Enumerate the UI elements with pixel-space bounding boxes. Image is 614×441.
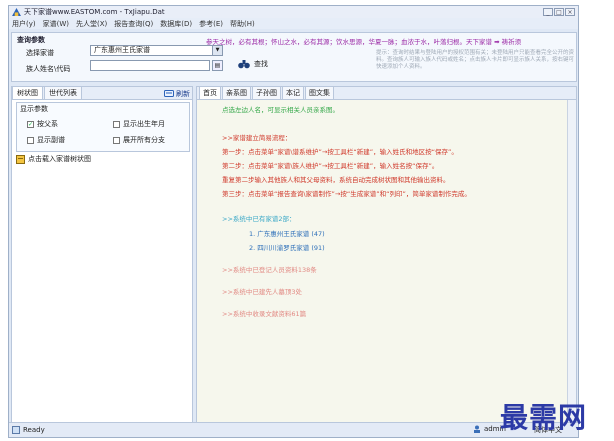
watermark: 最需网 (500, 401, 588, 434)
minimize-button[interactable]: _ (543, 8, 553, 16)
tab-descendants-chart[interactable]: 子孙图 (252, 86, 281, 99)
maximize-button[interactable]: □ (554, 8, 564, 16)
tree-load-label: 点击载入家谱树状图 (28, 155, 91, 163)
search-label: 查找 (254, 60, 268, 68)
genealogy-select-value: 广东惠州王氏家谱 (94, 46, 150, 54)
option-paternal-label: 按父系 (37, 120, 58, 128)
status-bar: Ready admin 简体中文 (9, 422, 578, 437)
query-title: 查询参数 (17, 36, 45, 44)
option-show-birth[interactable]: 显示出生年月 (113, 119, 165, 129)
vertical-scrollbar[interactable] (567, 100, 576, 423)
stat-members: >>系统中已登记人员资料138条 (222, 266, 317, 274)
option-paternal[interactable]: ✓ 按父系 (27, 119, 58, 129)
home-content: 点选左边人名，可显示相关人员亲系图。 >>家谱建立简易流程： 第一步：点击菜单“… (197, 100, 569, 423)
step-3: 第三步：点击菜单“报告查询\家谱制作”→按“生成家谱”和“列印”，简单家谱制作完… (222, 190, 471, 198)
close-button[interactable]: × (565, 8, 575, 16)
top-hint: 点选左边人名，可显示相关人员亲系图。 (222, 106, 339, 114)
option-expand-all[interactable]: 展开所有分支 (113, 135, 165, 145)
status-ready: Ready (23, 426, 45, 434)
option-expand-all-label: 展开所有分支 (123, 136, 165, 144)
binoculars-icon (238, 60, 250, 69)
tab-generation-list[interactable]: 世代列表 (44, 86, 82, 99)
existing-title: >>系统中已有家谱2部： (222, 215, 296, 223)
tips-text: 提示：查询时结果与登陆用户的授权范围有关；未登陆用户只能查看完全公开的资料。查询… (376, 50, 575, 70)
tab-kinship-chart[interactable]: 亲系图 (222, 86, 251, 99)
tab-tree[interactable]: 树状图 (12, 86, 43, 99)
menu-report-query[interactable]: 报告查询(Q) (114, 19, 153, 29)
tab-home[interactable]: 首页 (199, 86, 221, 99)
title-bar: 天下家谱www.EASTOM.com - TxJiapu.Dat _ □ × (9, 6, 578, 18)
display-options-title: 显示参数 (20, 105, 48, 113)
app-window: 天下家谱www.EASTOM.com - TxJiapu.Dat _ □ × 用… (8, 5, 579, 438)
checkbox-icon[interactable] (27, 136, 34, 144)
checkbox-icon[interactable] (113, 136, 120, 144)
menu-reference[interactable]: 参考(E) (199, 19, 223, 29)
menu-user[interactable]: 用户(y) (12, 19, 36, 29)
member-id-label: 族人姓名\代码 (26, 65, 71, 73)
query-panel: 查询参数 选择家谱 族人姓名\代码 广东惠州王氏家谱 ▼ ▤ 查找 参天之树，必… (11, 32, 577, 82)
browse-icon[interactable]: ▤ (212, 60, 223, 71)
menu-database[interactable]: 数据库(D) (160, 19, 192, 29)
checkbox-checked-icon[interactable]: ✓ (27, 120, 34, 128)
menu-bar: 用户(y) 家谱(W) 先人堂(X) 报告查询(Q) 数据库(D) 参考(E) … (9, 18, 578, 29)
refresh-label: 刷新 (176, 90, 190, 98)
display-options: 显示参数 ✓ 按父系 显示出生年月 显示副谱 展开所有分支 (16, 102, 190, 152)
window-title: 天下家谱www.EASTOM.com - TxJiapu.Dat (24, 8, 165, 16)
genealogy-link-2[interactable]: 2. 四川川渝罗氏家谱 (91) (249, 242, 325, 252)
tree-load-item[interactable]: 点击载入家谱树状图 (16, 154, 91, 164)
main-panel: 首页 亲系图 子孙图 本记 图文集 点选左边人名，可显示相关人员亲系图。 >>家… (196, 86, 577, 423)
tree-icon (16, 154, 25, 164)
chevron-down-icon[interactable]: ▼ (212, 46, 222, 55)
option-show-birth-label: 显示出生年月 (123, 120, 165, 128)
slogan-text: 参天之树，必有其根；怀山之水，必有其源；饮水思源，华夏一脉；血浓于水，叶落归根。… (206, 38, 522, 46)
refresh-button[interactable]: 刷新 (164, 89, 192, 99)
option-show-sub[interactable]: 显示副谱 (27, 135, 65, 145)
menu-genealogy[interactable]: 家谱(W) (43, 19, 69, 29)
genealogy-link-1[interactable]: 1. 广东惠州王氏家谱 (47) (249, 228, 325, 238)
step-repeat: 重复第二步输入其他族人和其父母资料，系统自动完成树状图和其他输出资料。 (222, 176, 450, 184)
app-logo-icon (12, 8, 21, 16)
ready-icon (12, 426, 20, 434)
tab-gallery[interactable]: 图文集 (305, 86, 334, 99)
genealogy-select[interactable]: 广东惠州王氏家谱 ▼ (90, 45, 223, 56)
select-genealogy-label: 选择家谱 (26, 49, 54, 57)
checkbox-icon[interactable] (113, 120, 120, 128)
steps-title: >>家谱建立简易流程： (222, 134, 292, 142)
tab-notes[interactable]: 本记 (282, 86, 304, 99)
left-panel: 树状图 世代列表 刷新 显示参数 ✓ 按父系 显示出生年月 显示副谱 展开所有分… (11, 86, 193, 423)
stat-documents: >>系统中收录文献资料61篇 (222, 310, 307, 318)
refresh-icon (164, 90, 174, 97)
user-icon (474, 425, 480, 433)
menu-ancestor-hall[interactable]: 先人堂(X) (76, 19, 107, 29)
step-1: 第一步：点击菜单“家谱\谱系维护”→按工具栏“新建”，输入姓氏和地区按“保存”。 (222, 148, 458, 156)
search-button[interactable]: 查找 (238, 59, 268, 69)
menu-help[interactable]: 帮助(H) (230, 19, 255, 29)
member-id-input[interactable] (90, 60, 210, 71)
step-2: 第二步：点击菜单“家谱\族人维护”→按工具栏“新建”，输入姓名按“保存”。 (222, 162, 439, 170)
stat-tombs: >>系统中已建先人墓顶3处 (222, 288, 303, 296)
option-show-sub-label: 显示副谱 (37, 136, 65, 144)
